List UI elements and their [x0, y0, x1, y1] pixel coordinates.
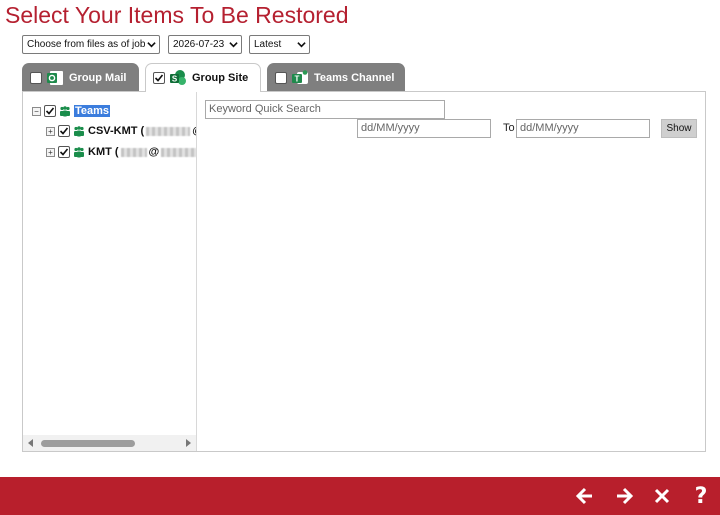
- source-mode-select[interactable]: Choose from files as of job: [22, 35, 160, 54]
- help-button[interactable]: ?: [690, 483, 712, 509]
- tree-node-kmt[interactable]: + KMT ( @: [46, 146, 196, 158]
- redacted-text: [161, 147, 196, 157]
- tree-node-label: Teams: [74, 105, 111, 117]
- expand-icon[interactable]: +: [46, 147, 55, 157]
- checkmark-icon: [154, 74, 164, 82]
- content-panel: − Teams + CSV-KMT (+ KMT (@ Keyword Qu…: [22, 91, 706, 452]
- collapse-icon[interactable]: −: [32, 106, 41, 116]
- outlook-icon: [47, 70, 63, 85]
- from-date-placeholder: dd/MM/yyyy: [361, 122, 420, 134]
- page-title: Select Your Items To Be Restored: [5, 2, 349, 28]
- checkmark-icon: [59, 127, 69, 135]
- restore-page: Select Your Items To Be Restored Choose …: [0, 0, 720, 515]
- footer-bar: ?: [0, 477, 720, 515]
- tab-group-mail[interactable]: Group Mail: [22, 63, 139, 91]
- tab-group-site[interactable]: S Group Site: [145, 63, 261, 92]
- chevron-down-icon: [147, 42, 156, 48]
- people-group-icon: [74, 147, 84, 158]
- tab-group-site-checkbox[interactable]: [153, 72, 165, 84]
- from-date-input[interactable]: dd/MM/yyyy: [357, 119, 491, 138]
- tree-node-label-suffix: @: [192, 125, 196, 137]
- to-label: To: [503, 122, 515, 134]
- version-value: Latest: [254, 39, 282, 50]
- tree-node-teams[interactable]: − Teams: [32, 105, 111, 117]
- tree-node-label-suffix: @: [148, 146, 160, 158]
- redacted-text: [120, 147, 147, 157]
- checkmark-icon: [45, 107, 55, 115]
- teams-icon: T: [292, 69, 308, 84]
- tree-horizontal-scrollbar[interactable]: [23, 435, 196, 451]
- show-button[interactable]: Show: [661, 119, 697, 138]
- chevron-down-icon: [229, 42, 238, 48]
- tree-node-csv-kmt-checkbox[interactable]: [58, 125, 70, 137]
- sharepoint-icon: S: [170, 70, 186, 85]
- date-select[interactable]: 2026-07-23: [168, 35, 242, 54]
- people-group-icon: [74, 126, 84, 137]
- arrow-left-icon: [575, 487, 592, 505]
- people-group-icon: [60, 106, 70, 117]
- tree-node-kmt-checkbox[interactable]: [58, 146, 70, 158]
- tree-node-label: CSV-KMT (: [88, 125, 145, 137]
- chevron-down-icon: [297, 42, 306, 48]
- tree-node-teams-checkbox[interactable]: [44, 105, 56, 117]
- version-select[interactable]: Latest: [249, 35, 310, 54]
- back-button[interactable]: [574, 485, 596, 507]
- to-date-input[interactable]: dd/MM/yyyy: [516, 119, 650, 138]
- help-icon: ?: [694, 483, 708, 509]
- date-value: 2026-07-23: [173, 39, 225, 50]
- teams-tree: − Teams + CSV-KMT (+ KMT (@: [23, 92, 197, 451]
- scroll-right-icon[interactable]: [186, 439, 191, 447]
- svg-text:S: S: [172, 75, 178, 84]
- scroll-left-icon[interactable]: [28, 439, 33, 447]
- to-date-placeholder: dd/MM/yyyy: [520, 122, 579, 134]
- next-button[interactable]: [613, 485, 635, 507]
- source-mode-value: Choose from files as of job: [27, 39, 146, 50]
- tab-teams-channel[interactable]: T Teams Channel: [267, 63, 405, 91]
- tab-teams-channel-checkbox[interactable]: [275, 71, 287, 84]
- scrollbar-thumb[interactable]: [41, 440, 135, 447]
- tree-node-csv-kmt[interactable]: + CSV-KMT ( @: [46, 125, 196, 137]
- close-icon: [654, 488, 670, 504]
- keyword-search-placeholder: Keyword Quick Search: [209, 103, 321, 115]
- tab-label: Teams Channel: [314, 71, 395, 84]
- tree-node-label: KMT (: [88, 146, 119, 158]
- close-button[interactable]: [651, 485, 673, 507]
- arrow-right-icon: [617, 487, 634, 505]
- tab-group-mail-checkbox[interactable]: [30, 71, 42, 84]
- tab-label: Group Mail: [69, 71, 127, 84]
- expand-icon[interactable]: +: [46, 126, 55, 136]
- redacted-text: [146, 126, 191, 136]
- tab-label: Group Site: [192, 72, 249, 84]
- keyword-search-input[interactable]: Keyword Quick Search: [205, 100, 445, 119]
- svg-text:T: T: [295, 74, 300, 83]
- checkmark-icon: [59, 148, 69, 156]
